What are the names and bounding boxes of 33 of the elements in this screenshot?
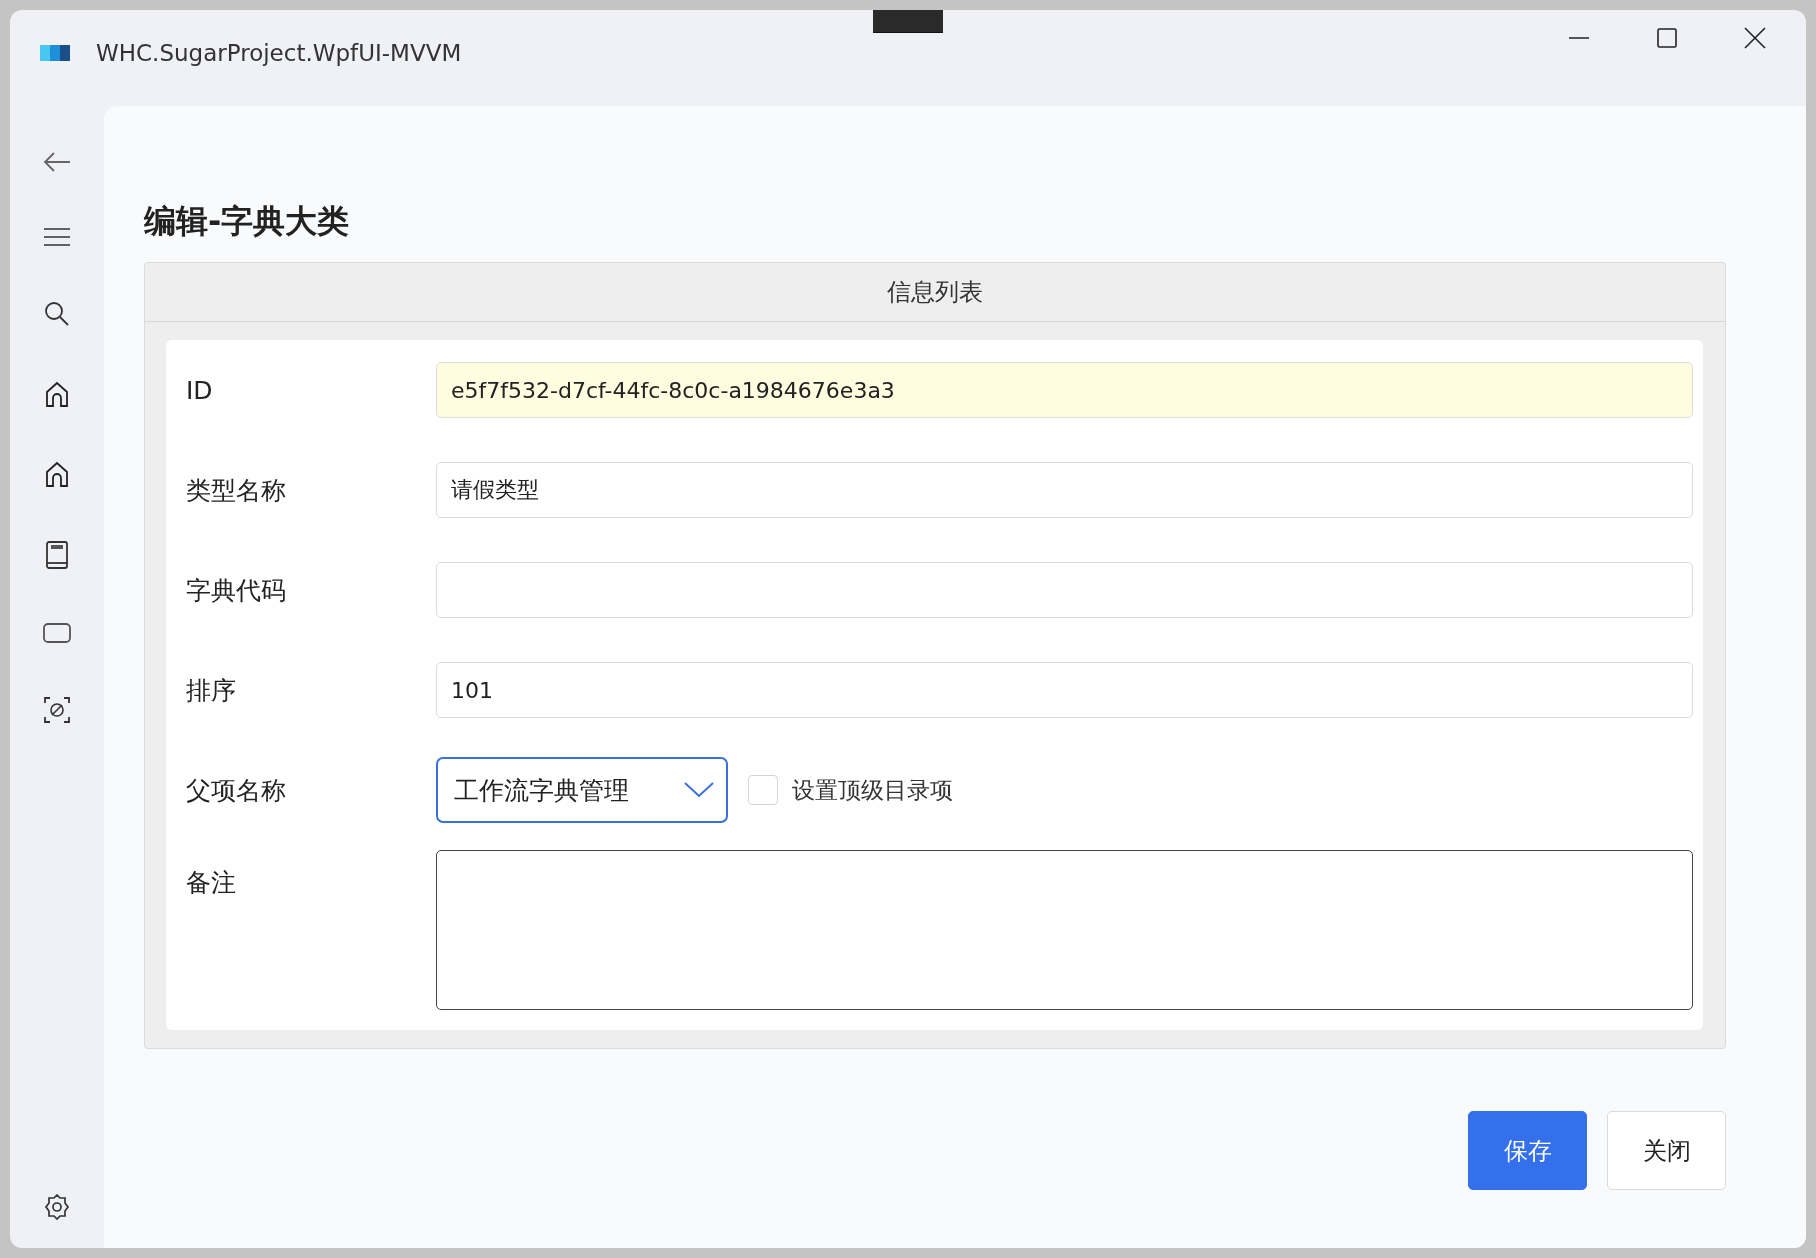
scan-icon[interactable] (44, 697, 70, 723)
close-form-button[interactable]: 关闭 (1607, 1111, 1726, 1190)
text-field[interactable]: 101 (436, 662, 1693, 718)
text-field[interactable] (436, 562, 1693, 618)
home-icon[interactable] (45, 381, 69, 407)
settings-icon[interactable] (44, 1194, 70, 1220)
field-label: 父项名称 (185, 774, 287, 807)
menu-icon[interactable] (44, 227, 70, 247)
minimize-icon (1568, 37, 1590, 39)
save-button[interactable]: 保存 (1468, 1111, 1587, 1190)
field-label: 类型名称 (185, 474, 287, 507)
text-field[interactable]: 请假类型 (436, 462, 1693, 518)
checkbox-label[interactable]: 设置顶级目录项 (792, 774, 953, 806)
text-field[interactable]: e5f7f532-d7cf-44fc-8c0c-a1984676e3a3 (436, 362, 1693, 418)
maximize-icon (1656, 27, 1678, 49)
drag-handle-icon[interactable] (873, 10, 943, 33)
page-title: 编辑-字典大类 (144, 201, 351, 242)
rectangle-icon[interactable] (43, 623, 71, 643)
chevron-down-icon (684, 782, 714, 798)
field-label: ID (185, 375, 214, 405)
window-title: WHC.SugarProject.WpfUI-MVVM (96, 40, 462, 66)
back-arrow-icon[interactable] (43, 151, 71, 173)
home-icon[interactable] (45, 461, 69, 487)
book-icon[interactable] (46, 541, 68, 569)
field-label: 字典代码 (185, 574, 287, 607)
group-header: 信息列表 (145, 263, 1725, 322)
checkbox[interactable] (748, 775, 778, 805)
close-icon (1744, 27, 1766, 49)
field-label: 备注 (185, 867, 237, 899)
search-icon[interactable] (44, 301, 70, 327)
app-icon (40, 43, 70, 63)
dropdown-field[interactable]: 工作流字典管理 (436, 757, 728, 823)
field-label: 排序 (185, 674, 237, 707)
